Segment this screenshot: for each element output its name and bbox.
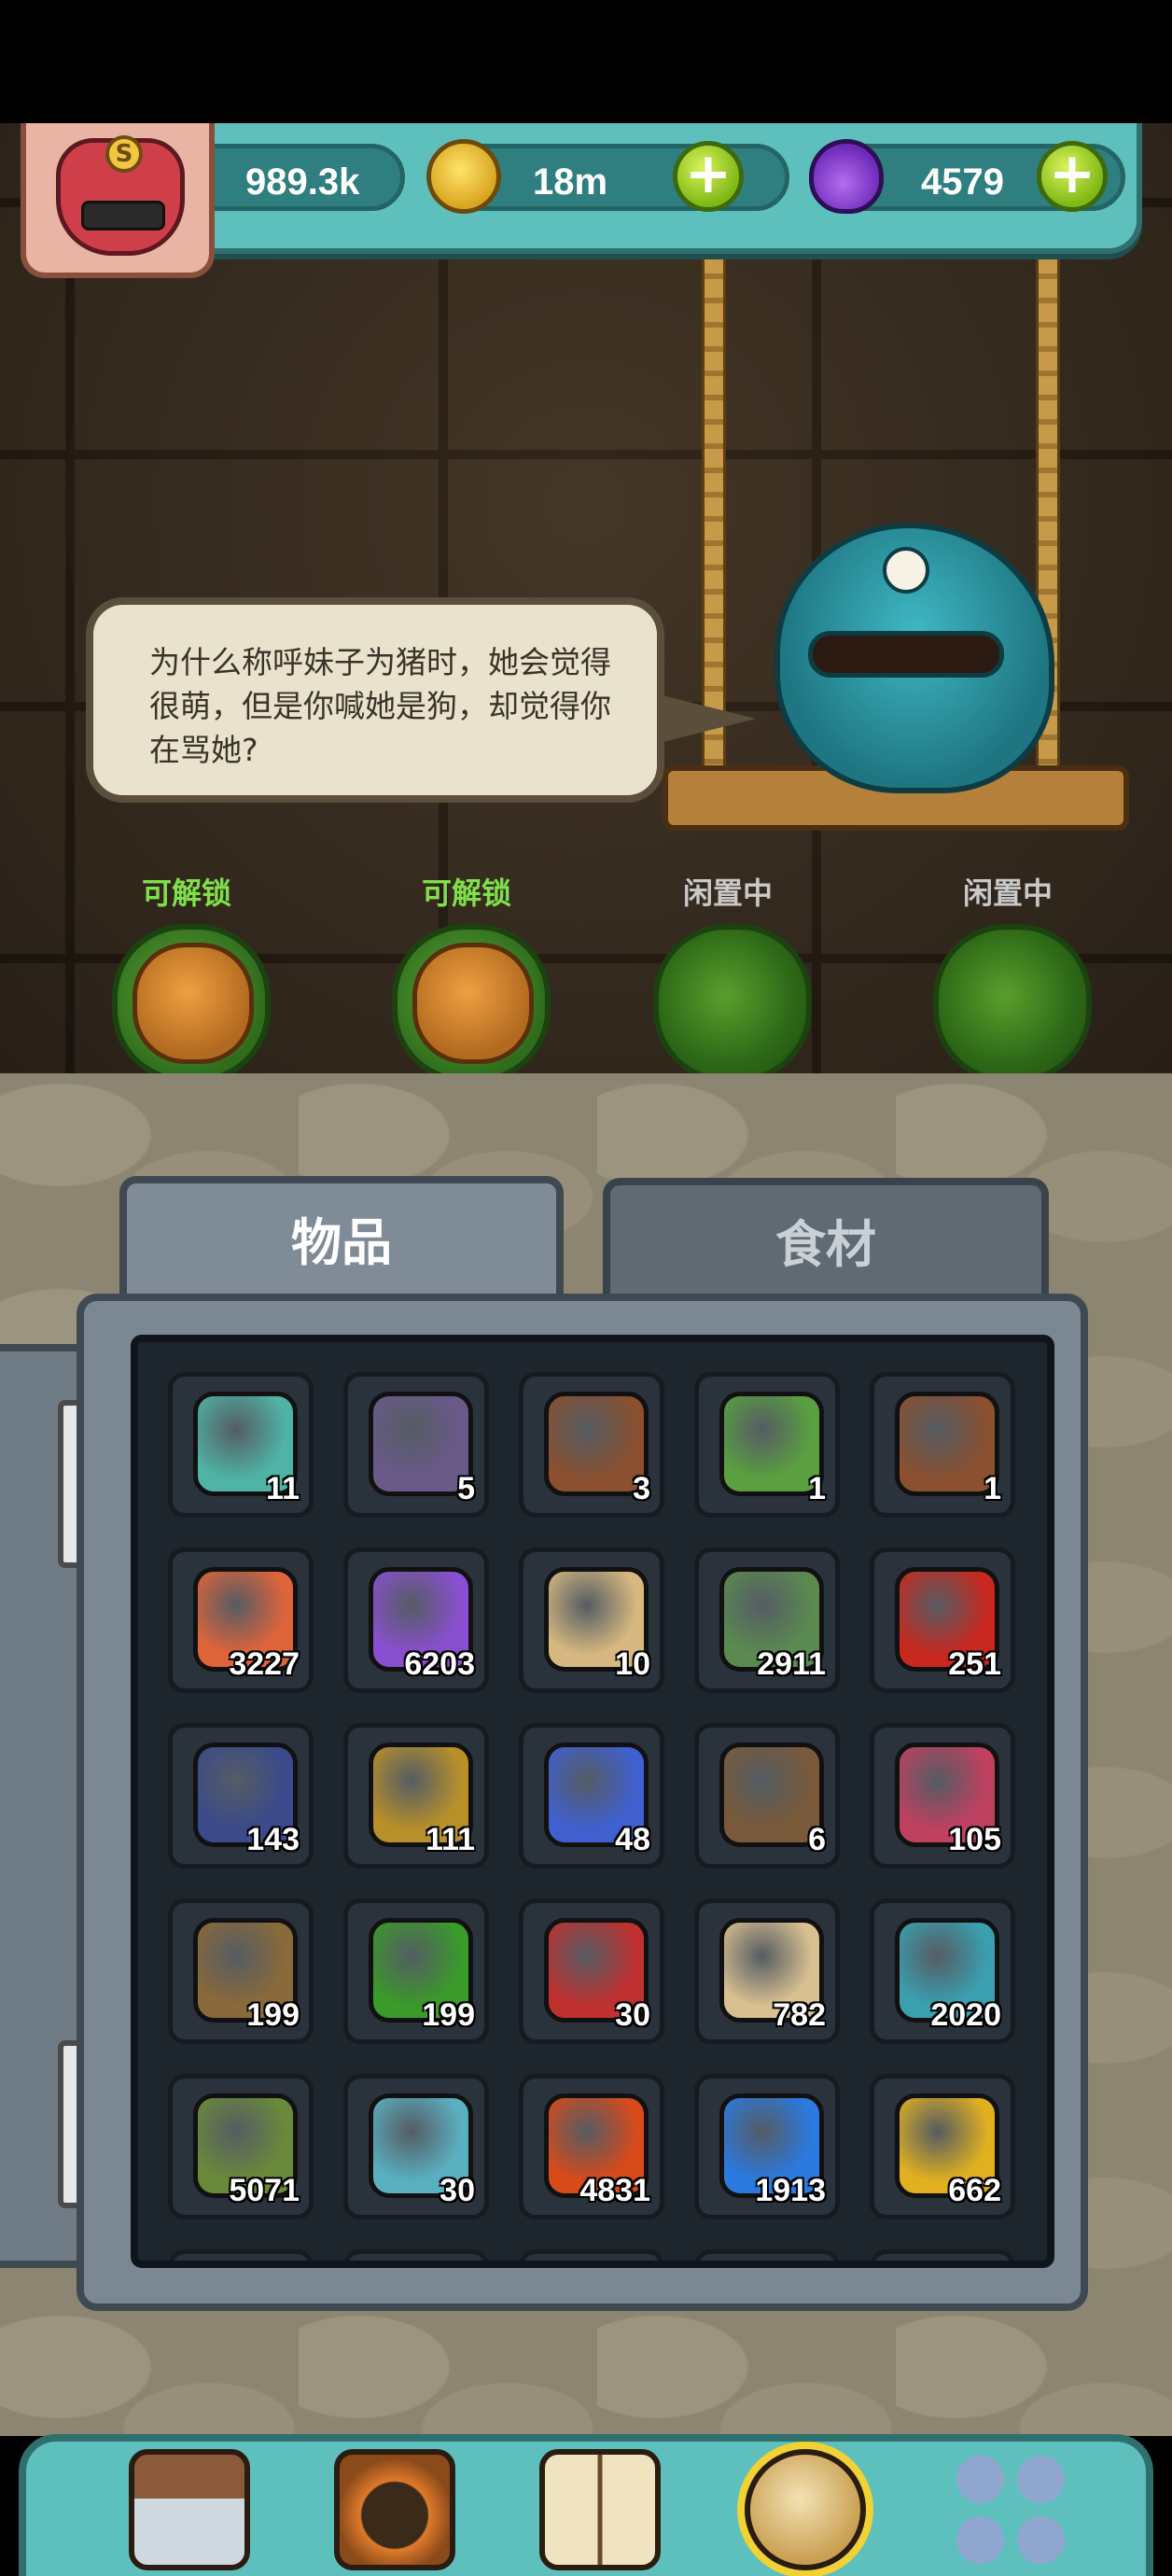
- coin-value: 18m: [533, 161, 608, 203]
- item-quantity: 782: [773, 1997, 826, 2033]
- monster-portal-icon: [334, 2449, 455, 2570]
- eyeball-value: 989.3k: [245, 161, 360, 203]
- add-coins-button[interactable]: +: [673, 141, 744, 212]
- open-book-icon: [539, 2449, 661, 2570]
- inventory-slot[interactable]: 782: [694, 1898, 840, 2044]
- inventory-slot[interactable]: 105: [870, 1723, 1015, 1869]
- avatar-teeth: [81, 201, 165, 231]
- nav-book[interactable]: [530, 2449, 670, 2576]
- inventory-slot[interactable]: 48: [519, 1723, 664, 1869]
- speech-bubble: 为什么称呼妹子为猪时，她会觉得很萌，但是你喊她是狗，却觉得你在骂她?: [86, 597, 664, 803]
- potion-value: 4579: [921, 161, 1004, 203]
- inventory-slot[interactable]: 251: [870, 1547, 1015, 1693]
- item-quantity: 30: [615, 1997, 650, 2033]
- inventory-slot[interactable]: 199: [343, 1898, 489, 2044]
- inventory-slot[interactable]: 6: [694, 1723, 840, 1869]
- slot-status: 可解锁: [421, 875, 511, 911]
- nav-monsters[interactable]: [325, 2449, 465, 2576]
- tab-food[interactable]: 食材: [603, 1178, 1049, 1309]
- inventory-slot[interactable]: 4831: [519, 2074, 664, 2219]
- player-avatar-frame[interactable]: S: [21, 123, 215, 278]
- item-quantity: 5071: [229, 2173, 300, 2208]
- empty-vine-nest-icon: [933, 924, 1092, 1083]
- coin-counter: 18m +: [426, 139, 789, 214]
- slot-status: 闲置中: [682, 875, 773, 911]
- inventory-slot[interactable]: 1913: [694, 2074, 840, 2219]
- inventory-slot[interactable]: 5: [343, 1372, 489, 1518]
- item-quantity: 6203: [404, 1646, 475, 1682]
- item-quantity: 3: [633, 1471, 650, 1506]
- inventory-slot[interactable]: 2911: [694, 1547, 840, 1693]
- empty-vine-nest-icon: [653, 924, 812, 1083]
- inventory-slot[interactable]: 1: [694, 1372, 840, 1518]
- item-quantity: 2911: [757, 1646, 826, 1682]
- slot-status: 可解锁: [141, 875, 231, 911]
- item-quantity: 30: [440, 2173, 475, 2208]
- monster-eye: [883, 547, 929, 594]
- inventory-slot-partial[interactable]: [519, 2249, 664, 2261]
- nav-inventory[interactable]: [735, 2449, 875, 2576]
- item-quantity: 2020: [930, 1997, 1001, 2033]
- mandrake-creature-icon: [133, 943, 254, 1064]
- item-quantity: 143: [246, 1822, 300, 1857]
- inventory-grid[interactable]: 11 5 3 1 1 3227 6203 10 2911 251 143 111 48 6 105 199 19…: [131, 1335, 1054, 2268]
- slot-status: 闲置中: [962, 875, 1053, 911]
- status-strip: [0, 0, 1172, 123]
- item-quantity: 105: [948, 1822, 1001, 1857]
- inventory-slot[interactable]: 662: [870, 2074, 1015, 2219]
- tab-items[interactable]: 物品: [119, 1176, 564, 1307]
- inventory-slot[interactable]: 2020: [870, 1898, 1015, 2044]
- item-quantity: 10: [615, 1646, 650, 1682]
- item-quantity: 1: [808, 1471, 826, 1506]
- currency-bar: 989.3k 18m + 4579 +: [121, 123, 1142, 254]
- inventory-slot-partial[interactable]: [870, 2249, 1015, 2261]
- monster-mouth: [808, 631, 1004, 678]
- grid-menu-icon: [950, 2449, 1071, 2570]
- inventory-slot[interactable]: 30: [519, 1898, 664, 2044]
- item-quantity: 251: [948, 1646, 1001, 1682]
- speech-text: 为什么称呼妹子为猪时，她会觉得很萌，但是你喊她是狗，却觉得你在骂她?: [149, 644, 611, 768]
- inventory-slot[interactable]: 6203: [343, 1547, 489, 1693]
- inventory-slot-partial[interactable]: [168, 2249, 314, 2261]
- inventory-slot[interactable]: 111: [343, 1723, 489, 1869]
- avatar-badge: S: [105, 135, 143, 173]
- shop-building-icon: [129, 2449, 250, 2570]
- item-quantity: 48: [615, 1822, 650, 1857]
- item-quantity: 111: [426, 1822, 475, 1857]
- nav-shop[interactable]: [119, 2449, 259, 2576]
- inventory-slot-partial[interactable]: [343, 2249, 489, 2261]
- item-quantity: 199: [246, 1997, 300, 2033]
- inventory-slot[interactable]: 3227: [168, 1547, 314, 1693]
- item-quantity: 5: [457, 1471, 475, 1506]
- inventory-slot[interactable]: 10: [519, 1547, 664, 1693]
- inventory-panel: 11 5 3 1 1 3227 6203 10 2911 251 143 111 48 6 105 199 19…: [77, 1294, 1088, 2311]
- item-quantity: 662: [948, 2173, 1001, 2208]
- item-quantity: 4831: [579, 2173, 650, 2208]
- potion-counter: 4579 +: [809, 139, 1125, 214]
- mandrake-creature-icon: [412, 943, 534, 1064]
- item-quantity: 199: [422, 1997, 475, 2033]
- add-potions-button[interactable]: +: [1037, 141, 1108, 212]
- purple-potion-icon: [809, 139, 884, 214]
- item-quantity: 11: [266, 1471, 300, 1506]
- avatar: S: [56, 135, 185, 256]
- inventory-slot-partial[interactable]: [694, 2249, 840, 2261]
- coin-bag-icon: [745, 2449, 866, 2570]
- item-quantity: 1: [984, 1471, 1001, 1506]
- inventory-slot[interactable]: 5071: [168, 2074, 314, 2219]
- inventory-slot[interactable]: 143: [168, 1723, 314, 1869]
- item-quantity: 6: [808, 1822, 826, 1857]
- item-quantity: 1913: [755, 2173, 826, 2208]
- inventory-slot[interactable]: 199: [168, 1898, 314, 2044]
- nav-menu[interactable]: [941, 2449, 1081, 2576]
- item-quantity: 3227: [229, 1646, 300, 1682]
- inventory-slot[interactable]: 1: [870, 1372, 1015, 1518]
- inventory-slot[interactable]: 11: [168, 1372, 314, 1518]
- bottom-nav: [19, 2434, 1153, 2576]
- inventory-slot[interactable]: 30: [343, 2074, 489, 2219]
- gold-coin-icon: [426, 139, 501, 214]
- inventory-slot[interactable]: 3: [519, 1372, 664, 1518]
